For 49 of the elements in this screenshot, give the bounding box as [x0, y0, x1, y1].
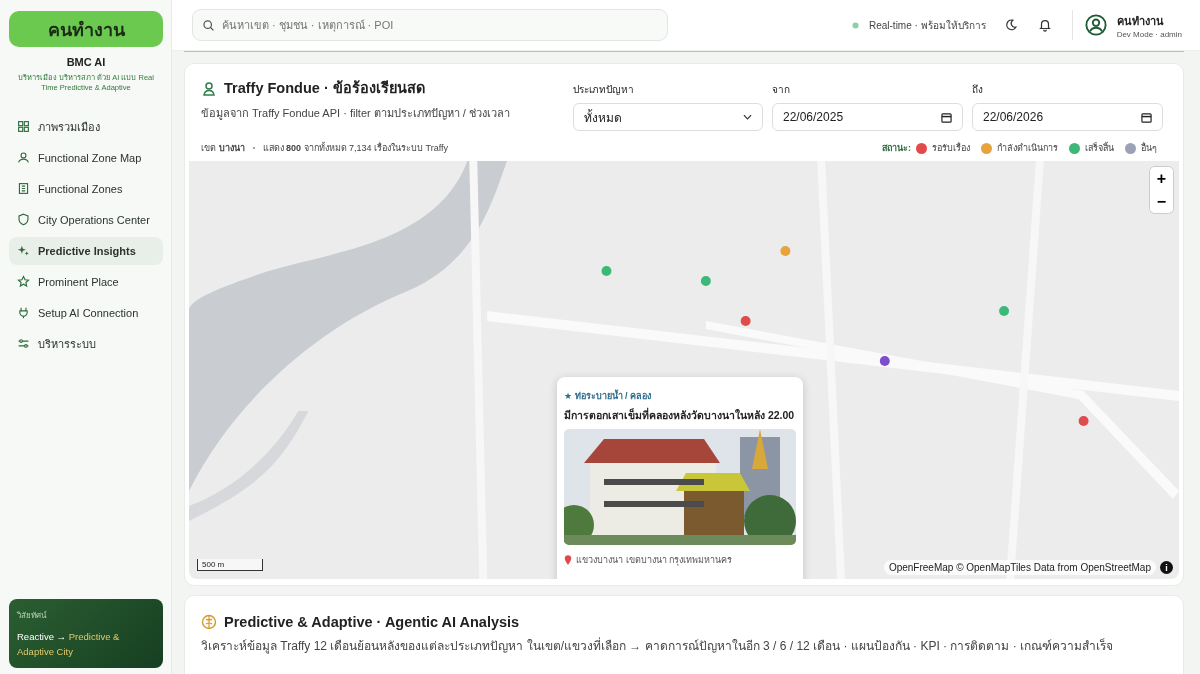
sliders-icon — [17, 337, 30, 350]
user-name: คนทำงาน — [1116, 13, 1165, 29]
card-title: Traffy Fondue · ข้อร้องเรียนสด — [224, 79, 425, 98]
type-dropdown[interactable]: ทั้งหมด — [573, 103, 763, 131]
brand-name: BMC AI — [65, 56, 107, 68]
star-icon — [17, 275, 30, 288]
vision-text: Reactive → Predictive & Adaptive City — [17, 629, 121, 659]
date-field[interactable]: 22/06/2025 — [772, 103, 963, 131]
shield-icon — [17, 213, 30, 226]
card-title: Predictive & Adaptive · Agentic AI Analysis — [224, 614, 520, 630]
nav-item[interactable]: Setup AI Connection — [9, 298, 163, 327]
logo-badge: คนทำงาน — [9, 11, 163, 47]
nav-item[interactable]: Functional Zone Map — [9, 143, 163, 172]
legend-label: สถานะ: — [882, 142, 911, 155]
building-icon — [17, 182, 30, 195]
person-pin-icon — [201, 79, 217, 96]
status-dot-icon — [851, 21, 859, 29]
filter-label: ถึง — [972, 83, 984, 97]
calendar-icon — [941, 111, 952, 123]
legend-text: รอรับเรื่อง — [932, 141, 970, 155]
card-subtitle: ข้อมูลจาก Traffy Fondue API · filter ตามประเภทปัญหา / ช่วงเวลา — [201, 106, 510, 122]
nav-item[interactable]: ภาพรวมเมือง — [9, 112, 163, 141]
nav-item[interactable]: Prominent Place — [9, 267, 163, 296]
sparkle-icon — [17, 244, 30, 257]
user-role: Dev Mode · admin — [1116, 29, 1182, 39]
legend-text: อื่นๆ — [1141, 141, 1157, 155]
vision-heading: วิสัยทัศน์ — [17, 609, 48, 622]
calendar-icon — [1141, 111, 1152, 123]
card-description: วิเคราะห์ข้อมูล Traffy 12 เดือนย้อนหลังของแต่ละประเภทปัญหา ในเขต/แขวงที่เลือก → คาดการณ์ปัญหาในอีก 3 / 6 / 12 เดือน · แผนป้องกัน · KPI · การติดตาม · เกณฑ์ความสำเร็จ — [201, 636, 1115, 655]
filter-label: ประเภทปัญหา — [573, 83, 635, 97]
moon-icon[interactable] — [1003, 18, 1018, 32]
status-text: Real-time · พร้อมให้บริการ — [868, 18, 986, 33]
district-label: เขต บางนา — [201, 142, 245, 155]
user-avatar-icon[interactable] — [1084, 14, 1107, 36]
chevron-icon — [743, 114, 752, 120]
bell-icon[interactable] — [1037, 18, 1052, 32]
person-pin-icon — [17, 151, 30, 164]
search-field[interactable]: ค้นหาเขต · ชุมชน · เหตุการณ์ · POI — [192, 9, 668, 41]
legend-text: เสร็จสิ้น — [1085, 141, 1114, 155]
nav-item[interactable]: Predictive Insights — [9, 236, 163, 265]
legend-text: กำลังดำเนินการ — [997, 142, 1058, 155]
nav-item[interactable]: City Operations Center — [9, 205, 163, 234]
filter-label: จาก — [772, 83, 791, 97]
nav-item[interactable]: บริหารระบบ — [9, 329, 163, 358]
grid-icon — [17, 120, 30, 133]
date-field[interactable]: 22/06/2026 — [972, 103, 1163, 131]
plug-icon — [17, 306, 30, 319]
nav-item[interactable]: Functional Zones — [9, 174, 163, 203]
showing-count: แสดง 800 จากทั้งหมด 7,134 เรื่องในระบบ Traffy — [262, 141, 449, 155]
